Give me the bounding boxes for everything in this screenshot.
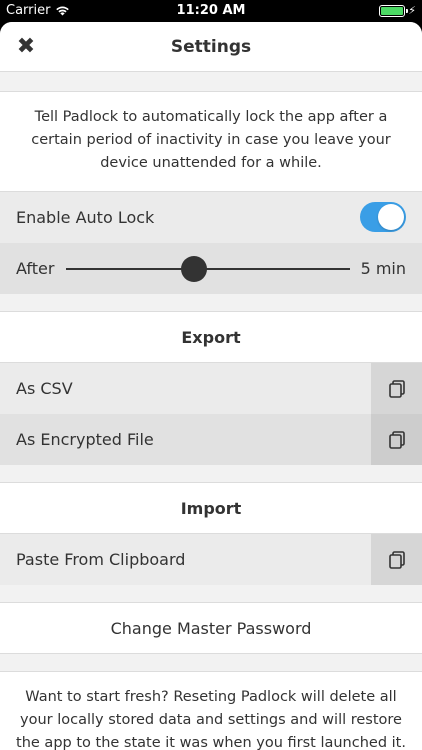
enable-auto-lock-label: Enable Auto Lock xyxy=(16,208,155,227)
settings-sheet: ✖ Settings Tell Padlock to automatically… xyxy=(0,22,422,750)
auto-lock-description: Tell Padlock to automatically lock the a… xyxy=(0,92,422,192)
section-spacer xyxy=(0,585,422,603)
reset-description: Want to start fresh? Reseting Padlock wi… xyxy=(0,672,422,750)
status-time: 11:20 AM xyxy=(176,3,246,18)
copy-icon[interactable] xyxy=(371,414,422,465)
export-csv-row[interactable]: As CSV xyxy=(0,363,422,414)
status-right: ⚡ xyxy=(379,4,416,17)
auto-lock-after-row: After 5 min xyxy=(0,243,422,294)
charging-icon: ⚡ xyxy=(408,4,416,17)
page-title: Settings xyxy=(170,37,252,57)
section-spacer xyxy=(0,72,422,92)
toggle-knob xyxy=(378,204,404,230)
auto-lock-slider-track[interactable] xyxy=(66,268,350,270)
export-encrypted-row[interactable]: As Encrypted File xyxy=(0,414,422,465)
export-heading: Export xyxy=(0,312,422,363)
auto-lock-toggle[interactable] xyxy=(360,202,406,232)
export-csv-label: As CSV xyxy=(16,379,73,398)
auto-lock-slider-thumb[interactable] xyxy=(180,256,207,282)
section-spacer xyxy=(0,654,422,672)
copy-icon[interactable] xyxy=(371,534,422,585)
status-bar: Carrier 11:20 AM ⚡ xyxy=(0,0,422,22)
paste-clipboard-row[interactable]: Paste From Clipboard xyxy=(0,534,422,585)
header: ✖ Settings xyxy=(0,22,422,72)
paste-clipboard-label: Paste From Clipboard xyxy=(16,550,186,569)
copy-icon[interactable] xyxy=(371,363,422,414)
after-label: After xyxy=(16,259,55,278)
import-heading: Import xyxy=(0,483,422,534)
section-spacer xyxy=(0,294,422,312)
auto-lock-value: 5 min xyxy=(360,259,406,278)
export-encrypted-label: As Encrypted File xyxy=(16,430,154,449)
enable-auto-lock-row: Enable Auto Lock xyxy=(0,192,422,243)
section-spacer xyxy=(0,465,422,483)
change-master-password-button[interactable]: Change Master Password xyxy=(0,603,422,654)
battery-icon xyxy=(379,4,409,17)
